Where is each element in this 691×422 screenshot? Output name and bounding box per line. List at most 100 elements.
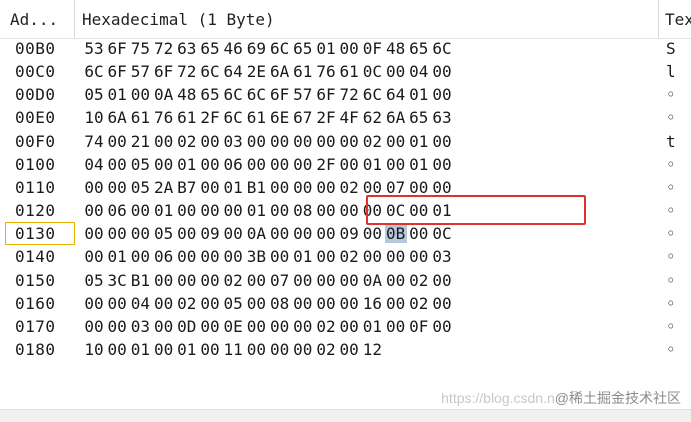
hex-byte[interactable]: 02 xyxy=(408,271,430,290)
hex-byte[interactable]: 69 xyxy=(245,39,267,58)
hex-byte[interactable]: 00 xyxy=(431,85,453,104)
hex-byte[interactable]: 53 xyxy=(83,39,105,58)
hex-byte[interactable]: 65 xyxy=(292,39,314,58)
hex-byte[interactable]: 00 xyxy=(129,247,151,266)
hex-byte[interactable]: 61 xyxy=(129,108,151,127)
hex-byte[interactable]: 03 xyxy=(222,132,244,151)
hex-byte[interactable]: 6F xyxy=(106,39,128,58)
hex-byte[interactable]: 08 xyxy=(269,294,291,313)
hex-byte[interactable]: 00 xyxy=(83,201,105,220)
hex-byte[interactable]: 00 xyxy=(83,178,105,197)
hex-byte[interactable]: 00 xyxy=(199,132,221,151)
hex-byte[interactable]: 6F xyxy=(106,62,128,81)
hex-byte[interactable]: 00 xyxy=(269,340,291,359)
hex-row[interactable]: 00E0 10 6A 61 76 61 2F 6C 61 6E 67 2F 4F 62 6A 65 63 ◦ xyxy=(0,106,691,129)
hex-byte[interactable]: 0A xyxy=(153,85,175,104)
hex-byte[interactable]: 3C xyxy=(106,271,128,290)
hex-byte[interactable]: 00 xyxy=(176,247,198,266)
hex-byte[interactable]: 00 xyxy=(83,224,105,243)
hex-byte[interactable]: 10 xyxy=(83,108,105,127)
hex-byte[interactable]: 72 xyxy=(153,39,175,58)
hex-byte[interactable]: 05 xyxy=(83,271,105,290)
hex-byte[interactable]: 6C xyxy=(245,85,267,104)
hex-row[interactable]: 0130 00 00 00 05 00 09 00 0A 00 00 00 09 00 0B 00 0C ◦ xyxy=(0,222,691,246)
hex-row[interactable]: 00C0 6C 6F 57 6F 72 6C 64 2E 6A 61 76 61 0C 00 04 00 l xyxy=(0,60,691,83)
hex-byte[interactable]: 00 xyxy=(199,340,221,359)
hex-byte[interactable]: 00 xyxy=(269,155,291,174)
hex-byte[interactable]: 00 xyxy=(269,224,291,243)
hex-byte[interactable]: 00 xyxy=(338,155,360,174)
hex-byte[interactable]: 00 xyxy=(385,62,407,81)
hex-byte[interactable]: 01 xyxy=(408,132,430,151)
hex-byte[interactable]: 61 xyxy=(292,62,314,81)
hex-byte[interactable]: 2E xyxy=(245,62,267,81)
hex-byte[interactable]: 09 xyxy=(199,224,221,243)
hex-byte[interactable]: 06 xyxy=(106,201,128,220)
hex-byte[interactable]: 00 xyxy=(338,132,360,151)
address-column-header[interactable]: Ad... xyxy=(10,0,74,38)
hex-byte[interactable]: 00 xyxy=(338,294,360,313)
hex-byte[interactable]: 0B xyxy=(384,224,407,244)
hex-byte[interactable]: 3B xyxy=(245,247,267,266)
hex-byte[interactable]: 00 xyxy=(292,178,314,197)
hex-byte[interactable]: 05 xyxy=(129,155,151,174)
hex-byte[interactable]: 00 xyxy=(199,178,221,197)
hex-byte[interactable]: 00 xyxy=(315,132,337,151)
hex-byte[interactable]: 12 xyxy=(361,340,383,359)
hex-byte[interactable]: 00 xyxy=(245,317,267,336)
hex-byte[interactable]: 0C xyxy=(361,62,383,81)
hex-byte[interactable]: 03 xyxy=(431,247,453,266)
hex-byte[interactable]: 76 xyxy=(153,108,175,127)
hex-byte[interactable]: 01 xyxy=(245,201,267,220)
hex-byte[interactable]: 48 xyxy=(385,39,407,58)
hex-byte[interactable]: 02 xyxy=(408,294,430,313)
hex-byte[interactable]: 00 xyxy=(292,340,314,359)
hex-byte[interactable]: 6E xyxy=(269,108,291,127)
hex-byte[interactable]: 02 xyxy=(361,132,383,151)
hex-byte[interactable]: 00 xyxy=(338,39,360,58)
hex-byte[interactable]: 2F xyxy=(199,108,221,127)
hex-byte[interactable]: 02 xyxy=(338,178,360,197)
hex-byte[interactable]: 0A xyxy=(361,271,383,290)
hex-byte[interactable]: B1 xyxy=(245,178,267,197)
hex-row[interactable]: 0160 00 00 04 00 02 00 05 00 08 00 00 00 16 00 02 00 ◦ xyxy=(0,292,691,315)
hex-byte[interactable]: 6A xyxy=(269,62,291,81)
hex-byte[interactable]: 02 xyxy=(338,247,360,266)
hex-byte[interactable]: 00 xyxy=(176,271,198,290)
hex-byte[interactable]: 76 xyxy=(315,62,337,81)
hex-byte[interactable]: B1 xyxy=(129,271,151,290)
hex-byte[interactable]: 00 xyxy=(315,224,337,243)
hex-byte[interactable]: 05 xyxy=(83,85,105,104)
hex-byte[interactable]: 0D xyxy=(176,317,198,336)
hex-byte[interactable]: 00 xyxy=(338,340,360,359)
hex-byte[interactable]: 01 xyxy=(106,247,128,266)
hex-byte[interactable]: 0A xyxy=(245,224,267,243)
hex-byte[interactable]: 0E xyxy=(222,317,244,336)
hex-byte[interactable]: 6C xyxy=(361,85,383,104)
hex-byte[interactable]: 05 xyxy=(129,178,151,197)
hex-byte[interactable]: 0C xyxy=(431,224,453,243)
hex-byte[interactable]: 6C xyxy=(269,39,291,58)
hex-byte[interactable]: 6C xyxy=(222,85,244,104)
hex-byte[interactable]: 00 xyxy=(83,247,105,266)
hex-byte[interactable]: 64 xyxy=(385,85,407,104)
hex-byte[interactable]: 00 xyxy=(315,201,337,220)
hex-byte[interactable]: 64 xyxy=(222,62,244,81)
hex-byte[interactable]: 00 xyxy=(269,178,291,197)
hex-row[interactable]: 00B0 53 6F 75 72 63 65 46 69 6C 65 01 00 0F 48 65 6C S xyxy=(0,37,691,60)
hex-byte[interactable]: 61 xyxy=(245,108,267,127)
hex-byte[interactable]: 00 xyxy=(408,224,430,243)
hex-byte[interactable]: 00 xyxy=(431,62,453,81)
hex-byte[interactable]: 00 xyxy=(199,271,221,290)
hex-byte[interactable]: 00 xyxy=(315,178,337,197)
hex-byte[interactable]: 10 xyxy=(83,340,105,359)
hex-byte[interactable]: 02 xyxy=(176,132,198,151)
hex-byte[interactable]: 00 xyxy=(315,294,337,313)
column-divider[interactable] xyxy=(74,0,75,38)
hex-byte[interactable]: 09 xyxy=(338,224,360,243)
hex-byte[interactable]: 74 xyxy=(83,132,105,151)
hex-byte[interactable]: 65 xyxy=(408,39,430,58)
hex-byte[interactable]: 00 xyxy=(106,317,128,336)
hex-byte[interactable]: 01 xyxy=(408,85,430,104)
hex-byte[interactable]: 00 xyxy=(176,224,198,243)
